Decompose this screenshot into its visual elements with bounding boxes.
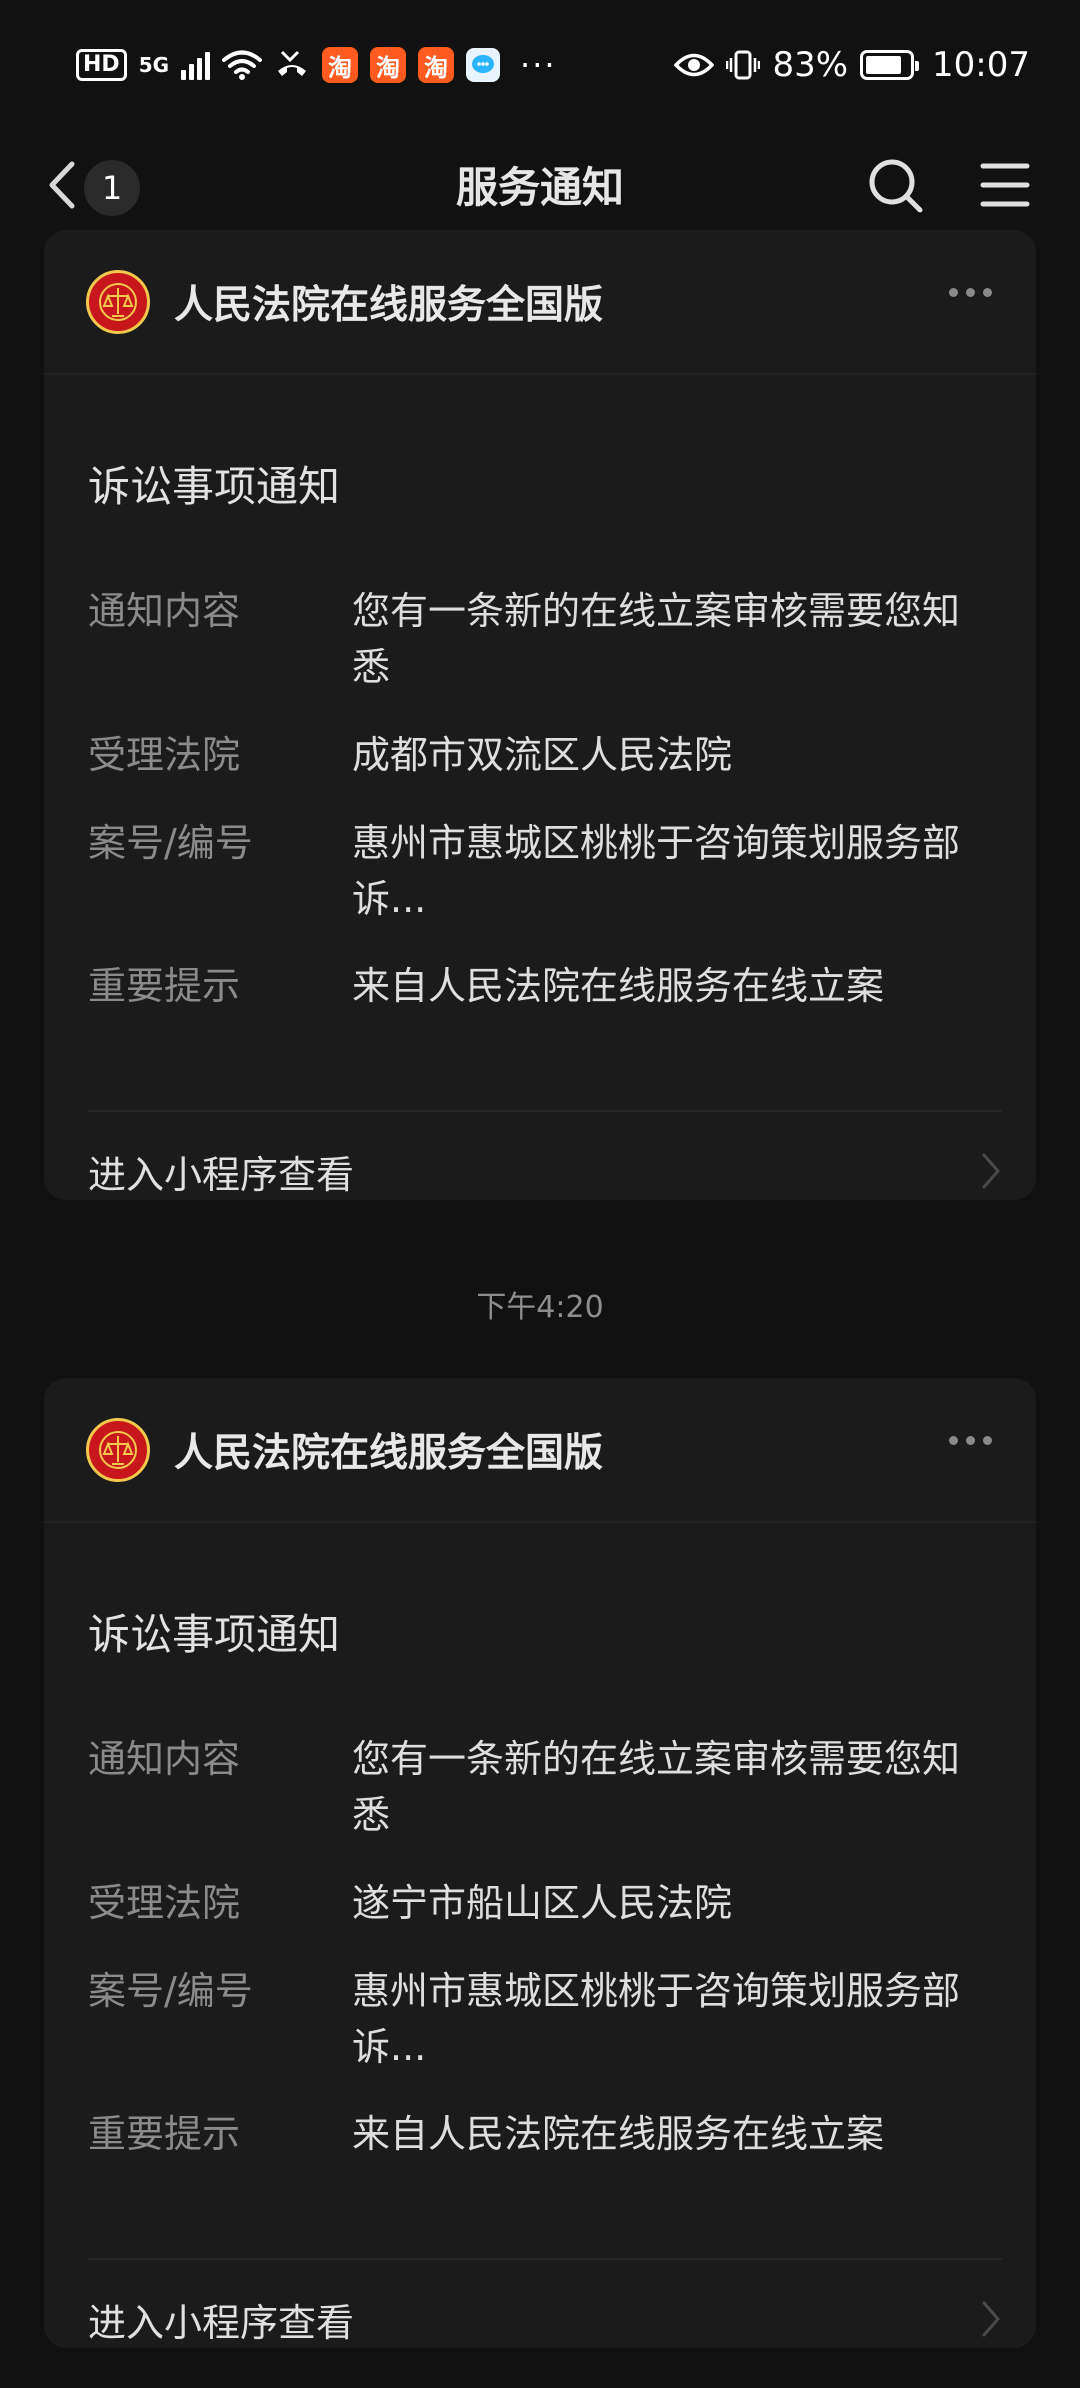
more-options-icon[interactable] — [949, 288, 992, 297]
court-emblem-icon — [86, 1417, 150, 1482]
info-row: 通知内容 您有一条新的在线立案审核需要您知悉 — [88, 1731, 992, 1843]
row-value: 惠州市惠城区桃桃于咨询策划服务部诉... — [352, 1969, 961, 2069]
clock: 10:07 — [932, 45, 1030, 85]
info-row: 受理法院 成都市双流区人民法院 — [88, 727, 992, 783]
status-right: 83% 10:07 — [674, 45, 1030, 85]
hd-indicator: HD — [76, 49, 127, 81]
notice-title: 诉讼事项通知 — [88, 1610, 341, 1659]
chevron-right-icon — [982, 2301, 1000, 2337]
row-label: 受理法院 — [88, 733, 241, 777]
info-row: 重要提示 来自人民法院在线服务在线立案 — [88, 2106, 992, 2162]
message-timestamp: 下午4:20 — [476, 1290, 604, 1325]
battery-level — [866, 56, 901, 74]
menu-icon — [980, 163, 1030, 207]
footer-label: 进入小程序查看 — [88, 2300, 355, 2345]
row-value: 来自人民法院在线服务在线立案 — [352, 964, 885, 1008]
search-button[interactable] — [868, 158, 924, 214]
open-mini-program-link[interactable]: 进入小程序查看 — [88, 1116, 1002, 1226]
row-label: 案号/编号 — [88, 1969, 253, 2013]
signal-icon — [181, 50, 211, 80]
row-label: 通知内容 — [88, 1737, 241, 1781]
status-bar: HD 5G 淘 淘 淘 ··· 83% 10:07 — [0, 0, 1080, 130]
divider — [88, 1110, 1002, 1112]
missed-call-icon — [274, 49, 310, 81]
row-label: 重要提示 — [88, 964, 241, 1008]
taobao-notification-icon: 淘 — [370, 47, 407, 83]
nav-bar: 1 服务通知 — [0, 130, 1080, 240]
card-header[interactable]: 人民法院在线服务全国版 — [44, 1378, 1036, 1523]
battery-percent: 83% — [772, 45, 849, 85]
taobao-notification-icon: 淘 — [418, 47, 455, 83]
card-header[interactable]: 人民法院在线服务全国版 — [44, 230, 1036, 375]
battery-icon — [860, 50, 920, 80]
row-value: 成都市双流区人民法院 — [352, 733, 733, 777]
row-value: 来自人民法院在线服务在线立案 — [352, 2112, 885, 2156]
info-row: 通知内容 您有一条新的在线立案审核需要您知悉 — [88, 583, 992, 695]
notice-title: 诉讼事项通知 — [88, 462, 341, 511]
more-notifications-indicator: ··· — [520, 46, 557, 84]
network-type: 5G — [138, 53, 170, 77]
eye-comfort-icon — [674, 50, 715, 80]
info-row: 重要提示 来自人民法院在线服务在线立案 — [88, 958, 992, 1014]
menu-button[interactable] — [980, 160, 1030, 210]
chevron-right-icon — [982, 1153, 1000, 1189]
row-label: 通知内容 — [88, 589, 241, 633]
notification-card: 人民法院在线服务全国版 诉讼事项通知 通知内容 您有一条新的在线立案审核需要您知… — [44, 230, 1036, 1200]
search-icon — [869, 159, 923, 213]
row-value: 惠州市惠城区桃桃于咨询策划服务部诉... — [352, 821, 961, 921]
row-label: 案号/编号 — [88, 821, 253, 865]
court-emblem-icon — [86, 269, 150, 334]
more-options-icon[interactable] — [949, 1436, 992, 1445]
notification-card: 人民法院在线服务全国版 诉讼事项通知 通知内容 您有一条新的在线立案审核需要您知… — [44, 1378, 1036, 2348]
info-row: 案号/编号 惠州市惠城区桃桃于咨询策划服务部诉... — [88, 815, 992, 927]
info-row: 受理法院 遂宁市船山区人民法院 — [88, 1875, 992, 1931]
footer-label: 进入小程序查看 — [88, 1152, 355, 1197]
vibrate-icon — [726, 49, 761, 81]
row-value: 遂宁市船山区人民法院 — [352, 1881, 733, 1925]
open-mini-program-link[interactable]: 进入小程序查看 — [88, 2264, 1002, 2374]
row-label: 重要提示 — [88, 2112, 241, 2156]
app-name: 人民法院在线服务全国版 — [174, 282, 604, 328]
row-value: 您有一条新的在线立案审核需要您知悉 — [352, 589, 961, 689]
taobao-notification-icon: 淘 — [322, 47, 359, 83]
divider — [88, 2258, 1002, 2260]
wifi-icon — [222, 49, 263, 81]
row-label: 受理法院 — [88, 1881, 241, 1925]
status-left: HD 5G 淘 淘 淘 ··· — [76, 47, 557, 83]
row-value: 您有一条新的在线立案审核需要您知悉 — [352, 1737, 961, 1837]
info-row: 案号/编号 惠州市惠城区桃桃于咨询策划服务部诉... — [88, 1963, 992, 2075]
message-app-icon — [466, 48, 501, 82]
app-name: 人民法院在线服务全国版 — [174, 1430, 604, 1476]
